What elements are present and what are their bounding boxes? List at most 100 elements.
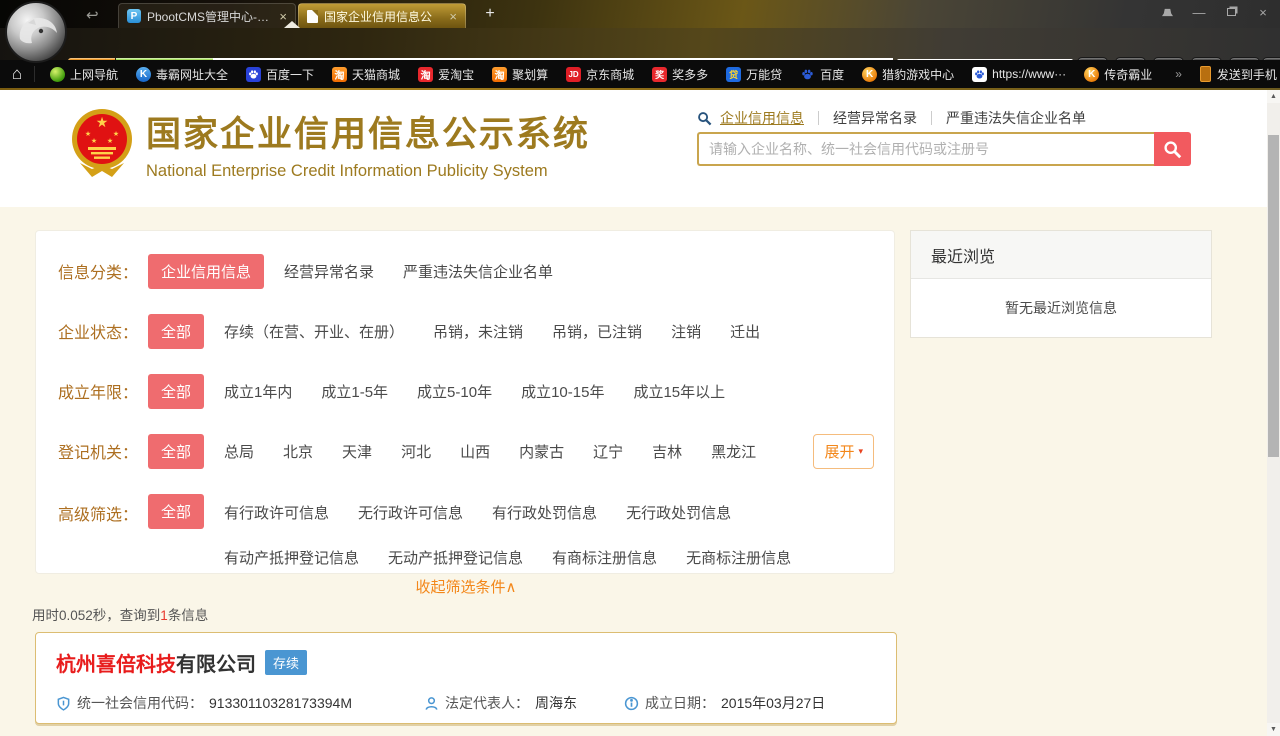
filter-option[interactable]: 成立15年以上 bbox=[633, 381, 725, 402]
scrollbar-up-arrow[interactable]: ▲ bbox=[1267, 90, 1280, 103]
filter-option[interactable]: 吉林 bbox=[652, 441, 682, 462]
svg-text:★: ★ bbox=[107, 137, 113, 145]
filter-row-established-years: 成立年限： 全部 成立1年内 成立1-5年 成立5-10年 成立10-15年 成… bbox=[58, 361, 894, 421]
filter-option[interactable]: 有动产抵押登记信息 bbox=[224, 547, 359, 568]
filter-option[interactable]: 成立1-5年 bbox=[321, 381, 388, 402]
filter-row-advanced: 高级筛选： 全部 有行政许可信息 无行政许可信息 有行政处罚信息 无行政处罚信息… bbox=[58, 481, 894, 585]
filter-option[interactable]: 成立10-15年 bbox=[521, 381, 604, 402]
filter-option[interactable]: 吊销，未注销 bbox=[433, 321, 523, 342]
filter-option[interactable]: 辽宁 bbox=[593, 441, 623, 462]
filter-option[interactable]: 黑龙江 bbox=[711, 441, 756, 462]
bookmark-chuanqi-baye[interactable]: K 传奇霸业 bbox=[1075, 66, 1161, 83]
filter-option[interactable]: 迁出 bbox=[730, 321, 760, 342]
filter-chip-selected[interactable]: 全部 bbox=[148, 314, 204, 349]
filter-option[interactable]: 无行政许可信息 bbox=[358, 502, 463, 523]
result-count: 1 bbox=[160, 608, 168, 623]
filter-option[interactable]: 成立1年内 bbox=[224, 381, 292, 402]
new-tab-button[interactable]: + bbox=[478, 4, 502, 25]
filter-option[interactable]: 无商标注册信息 bbox=[686, 547, 791, 568]
close-window-button[interactable]: × bbox=[1252, 3, 1274, 21]
browser-tab-pbootcms[interactable]: P PbootCMS管理中心-V··· × bbox=[118, 3, 296, 28]
cheetah-browser-logo[interactable] bbox=[5, 1, 67, 63]
send-to-phone-button[interactable]: 发送到手机 bbox=[1200, 66, 1277, 83]
nav-serious-violations[interactable]: 严重违法失信企业名单 bbox=[932, 108, 1100, 128]
company-name-highlight[interactable]: 杭州喜倍科技 bbox=[56, 654, 176, 676]
filter-chip-selected[interactable]: 全部 bbox=[148, 374, 204, 409]
filter-option[interactable]: 严重违法失信企业名单 bbox=[403, 261, 553, 282]
result-title-row: 杭州喜倍科技有限公司 存续 bbox=[56, 648, 896, 677]
filter-option[interactable]: 北京 bbox=[283, 441, 313, 462]
window-controls: — × bbox=[1156, 3, 1274, 21]
bookmark-jiangduoduo[interactable]: 奖 奖多多 bbox=[643, 66, 717, 83]
enterprise-search-input[interactable] bbox=[697, 132, 1154, 166]
filter-option[interactable]: 天津 bbox=[342, 441, 372, 462]
bookmark-duba-wangzhi[interactable]: K 毒霸网址大全 bbox=[127, 66, 237, 83]
company-name-rest[interactable]: 有限公司 bbox=[176, 654, 256, 676]
bookmark-liebao-game[interactable]: K 猎豹游戏中心 bbox=[853, 66, 963, 83]
filter-chip-selected[interactable]: 企业信用信息 bbox=[148, 254, 264, 289]
expand-button[interactable]: 展开 ▾ bbox=[813, 434, 874, 469]
legal-person-value: 周海东 bbox=[535, 693, 577, 713]
baidu-paw-icon bbox=[972, 67, 987, 82]
bookmark-jd[interactable]: JD 京东商城 bbox=[557, 66, 643, 83]
search-submit-button[interactable] bbox=[1154, 132, 1191, 166]
filter-option[interactable]: 吊销，已注销 bbox=[552, 321, 642, 342]
credit-code-shield-icon bbox=[56, 696, 71, 711]
home-icon[interactable]: ⌂ bbox=[0, 64, 34, 84]
info-icon bbox=[624, 696, 639, 711]
bookmark-baidu-yixia[interactable]: 百度一下 bbox=[237, 66, 323, 83]
browser-chrome: ↩ P PbootCMS管理中心-V··· × 国家企业信用信息公 × + — … bbox=[0, 0, 1280, 90]
skin-hat-icon[interactable] bbox=[1156, 3, 1178, 21]
bookmarks-bar: ⌂ 上网导航 K 毒霸网址大全 百度一下 淘 天猫商城 淘 爱淘宝 淘 聚划算 … bbox=[0, 60, 1280, 88]
k-orange-icon: K bbox=[1084, 67, 1099, 82]
tab-bar-back-icon[interactable]: ↩ bbox=[86, 6, 99, 24]
browser-tab-bar: ↩ P PbootCMS管理中心-V··· × 国家企业信用信息公 × + — … bbox=[0, 0, 1280, 28]
svg-text:★: ★ bbox=[113, 130, 119, 138]
recently-viewed-title: 最近浏览 bbox=[911, 231, 1211, 279]
baidu-paw-icon bbox=[800, 67, 815, 82]
bookmark-tmall[interactable]: 淘 天猫商城 bbox=[323, 66, 409, 83]
filter-option[interactable]: 成立5-10年 bbox=[417, 381, 492, 402]
bookmarks-overflow-icon[interactable]: » bbox=[1175, 67, 1182, 81]
legal-person-icon bbox=[424, 696, 439, 711]
bookmark-juhuasuan[interactable]: 淘 聚划算 bbox=[483, 66, 557, 83]
bookmark-wannengdai[interactable]: 贷 万能贷 bbox=[717, 66, 791, 83]
legal-person-label: 法定代表人： bbox=[445, 693, 529, 713]
result-card[interactable]: 杭州喜倍科技有限公司 存续 统一社会信用代码： 9133011032817339… bbox=[35, 632, 897, 724]
header-nav: 企业信用信息 经营异常名录 严重违法失信企业名单 bbox=[697, 108, 1100, 128]
established-date-value: 2015年03月27日 bbox=[721, 693, 825, 713]
scrollbar-down-arrow[interactable]: ▼ bbox=[1267, 723, 1280, 736]
scrollbar-thumb[interactable] bbox=[1268, 135, 1279, 457]
bookmark-baidu[interactable]: 百度 bbox=[791, 66, 853, 83]
filter-chip-selected[interactable]: 全部 bbox=[148, 494, 204, 529]
filter-option[interactable]: 山西 bbox=[460, 441, 490, 462]
filter-option[interactable]: 内蒙古 bbox=[519, 441, 564, 462]
jd-icon: JD bbox=[566, 67, 581, 82]
filter-chip-selected[interactable]: 全部 bbox=[148, 434, 204, 469]
filter-option[interactable]: 河北 bbox=[401, 441, 431, 462]
site-title-en: National Enterprise Credit Information P… bbox=[146, 162, 590, 181]
tab-close-icon[interactable]: × bbox=[449, 9, 457, 24]
bookmark-https-link[interactable]: https://www··· bbox=[963, 67, 1075, 82]
svg-text:★: ★ bbox=[96, 114, 109, 130]
page-content: ★ ★ ★ ★ ★ 国家企业信用信息公示系统 National Enterpri… bbox=[0, 90, 1268, 736]
filter-option[interactable]: 存续（在营、开业、在册） bbox=[224, 321, 404, 342]
collapse-filters-link[interactable]: 收起筛选条件∧ bbox=[35, 576, 897, 597]
nav-enterprise-credit[interactable]: 企业信用信息 bbox=[720, 108, 818, 128]
minimize-button[interactable]: — bbox=[1188, 3, 1210, 21]
filter-option[interactable]: 有商标注册信息 bbox=[552, 547, 657, 568]
filter-option[interactable]: 注销 bbox=[671, 321, 701, 342]
filter-option[interactable]: 有行政许可信息 bbox=[224, 502, 329, 523]
restore-button[interactable] bbox=[1220, 3, 1242, 21]
filter-option[interactable]: 无动产抵押登记信息 bbox=[388, 547, 523, 568]
nav-abnormal-operations[interactable]: 经营异常名录 bbox=[819, 108, 931, 128]
filter-option[interactable]: 经营异常名录 bbox=[284, 261, 374, 282]
filter-option[interactable]: 总局 bbox=[224, 441, 254, 462]
filter-option[interactable]: 有行政处罚信息 bbox=[492, 502, 597, 523]
filter-row-registration-authority: 登记机关： 全部 总局 北京 天津 河北 山西 内蒙古 辽宁 吉林 黑龙江 展开… bbox=[58, 421, 894, 481]
bookmark-aitaobao[interactable]: 淘 爱淘宝 bbox=[409, 66, 483, 83]
bookmark-shangwang-daohang[interactable]: 上网导航 bbox=[41, 66, 127, 83]
filter-option[interactable]: 无行政处罚信息 bbox=[626, 502, 731, 523]
browser-tab-gsxt-active[interactable]: 国家企业信用信息公 × bbox=[298, 3, 466, 28]
page-scrollbar[interactable]: ▲ ▼ bbox=[1267, 90, 1280, 736]
